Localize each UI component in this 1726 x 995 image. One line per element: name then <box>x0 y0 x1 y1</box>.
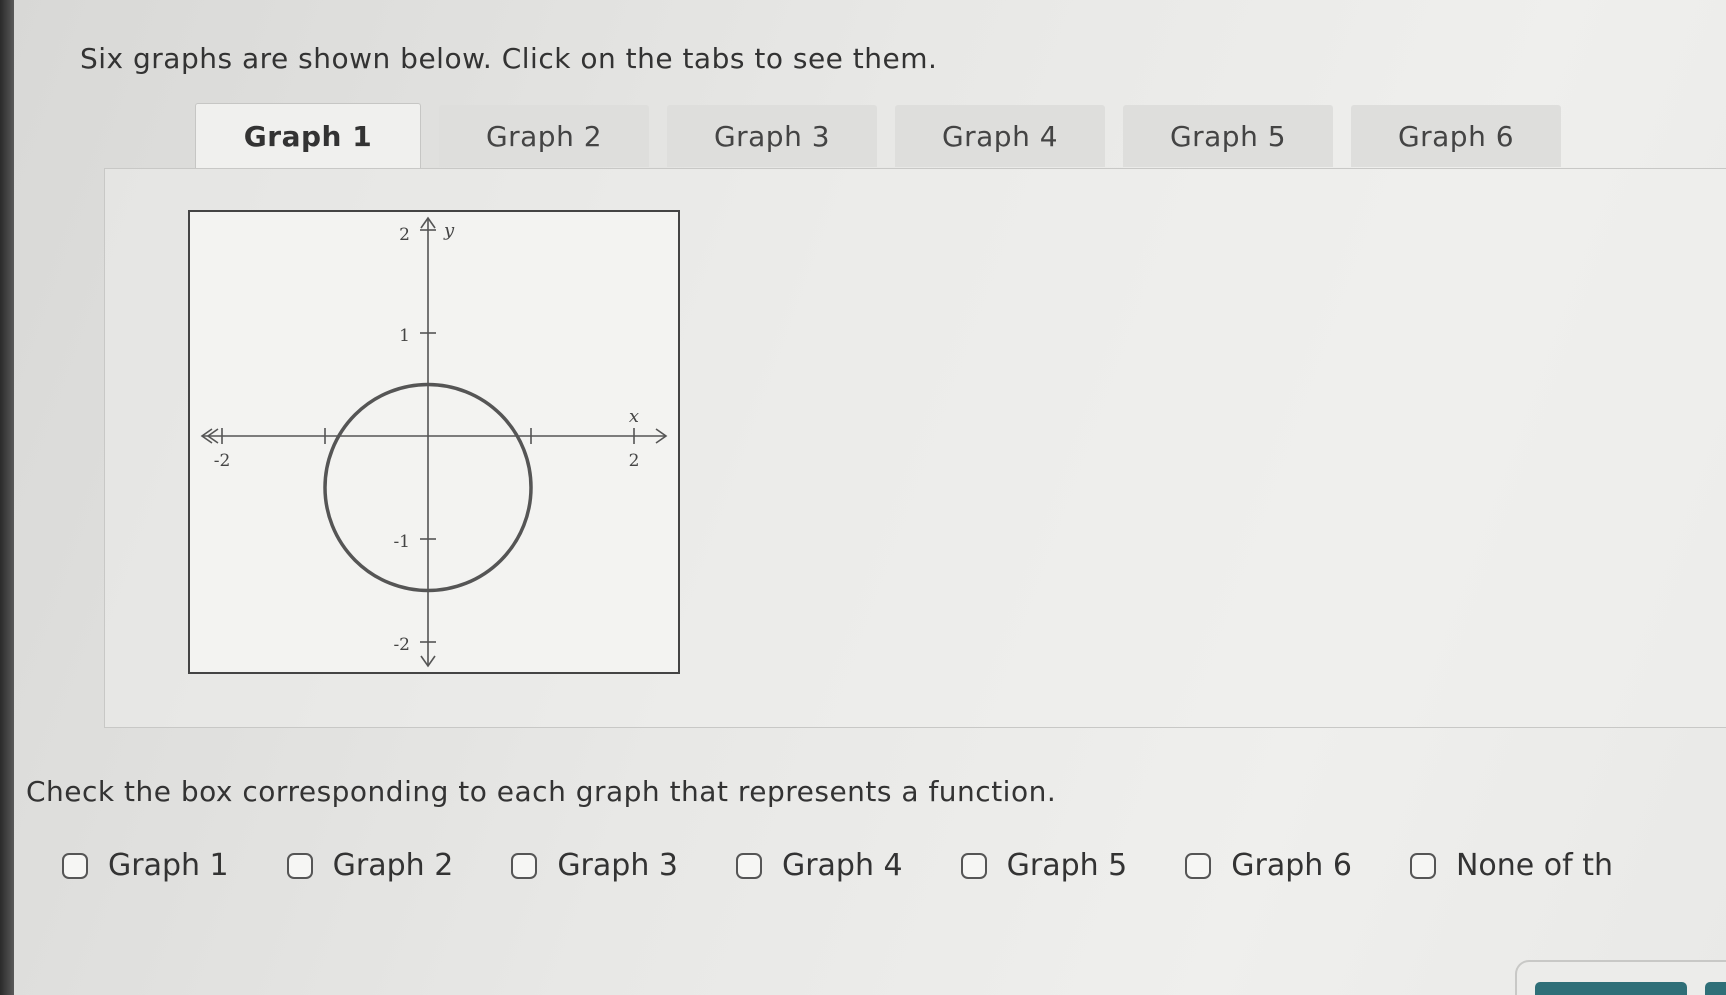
option-label: Graph 2 <box>332 848 454 883</box>
tab-graph-6[interactable]: Graph 6 <box>1351 105 1561 167</box>
tab-graph-2[interactable]: Graph 2 <box>439 105 649 167</box>
option-label: Graph 5 <box>1006 848 1128 883</box>
option-label: None of th <box>1455 848 1613 883</box>
tab-graph-4[interactable]: Graph 4 <box>895 105 1105 167</box>
checkbox-none-of-the-above[interactable] <box>1409 852 1436 879</box>
option-graph-5[interactable]: Graph 5 <box>960 848 1128 883</box>
checkbox-graph-3[interactable] <box>511 852 538 879</box>
answer-options: Graph 1 Graph 2 Graph 3 Graph 4 Graph 5 … <box>62 848 1671 883</box>
instructions-text: Six graphs are shown below. Click on the… <box>80 42 938 75</box>
option-graph-4[interactable]: Graph 4 <box>735 848 903 883</box>
checkbox-graph-4[interactable] <box>735 852 762 879</box>
x-tick-label-2: 2 <box>629 451 640 471</box>
graph-tabs: Graph 1 Graph 2 Graph 3 Graph 4 Graph 5 … <box>195 103 1561 168</box>
checkbox-graph-1[interactable] <box>62 852 88 879</box>
option-label: Graph 1 <box>108 848 229 883</box>
checkbox-graph-5[interactable] <box>960 852 987 879</box>
y-tick-label-neg-2: -2 <box>393 635 410 655</box>
option-label: Graph 4 <box>781 848 903 883</box>
x-axis-label: x <box>629 406 639 427</box>
tab-graph-1[interactable]: Graph 1 <box>195 103 421 168</box>
graph-svg: 2 y 1 -1 -2 -2 2 x <box>188 210 680 674</box>
graph-frame <box>188 210 680 674</box>
tab-graph-5[interactable]: Graph 5 <box>1123 105 1333 167</box>
y-tick-label-2: 2 <box>399 225 410 245</box>
y-tick-label-neg-1: -1 <box>393 532 410 552</box>
screen-edge <box>0 0 14 995</box>
checkbox-graph-6[interactable] <box>1185 852 1212 879</box>
y-axis-label: y <box>443 220 455 241</box>
graph-1-plot: 2 y 1 -1 -2 -2 2 x <box>188 210 680 674</box>
option-label: Graph 6 <box>1231 848 1352 883</box>
option-label: Graph 3 <box>557 848 678 883</box>
option-graph-1[interactable]: Graph 1 <box>62 848 229 883</box>
y-tick-label-1: 1 <box>399 326 410 346</box>
option-graph-3[interactable]: Graph 3 <box>511 848 678 883</box>
checkbox-graph-2[interactable] <box>286 852 313 879</box>
page: Six graphs are shown below. Click on the… <box>0 0 1726 995</box>
option-graph-2[interactable]: Graph 2 <box>286 848 454 883</box>
x-tick-label-neg-2: -2 <box>214 451 231 471</box>
option-graph-6[interactable]: Graph 6 <box>1185 848 1352 883</box>
secondary-action-button[interactable] <box>1705 982 1726 995</box>
tab-graph-3[interactable]: Graph 3 <box>667 105 877 167</box>
primary-action-button[interactable] <box>1535 982 1687 995</box>
option-none-of-the-above[interactable]: None of th <box>1409 848 1613 883</box>
question-text: Check the box corresponding to each grap… <box>26 775 1057 808</box>
